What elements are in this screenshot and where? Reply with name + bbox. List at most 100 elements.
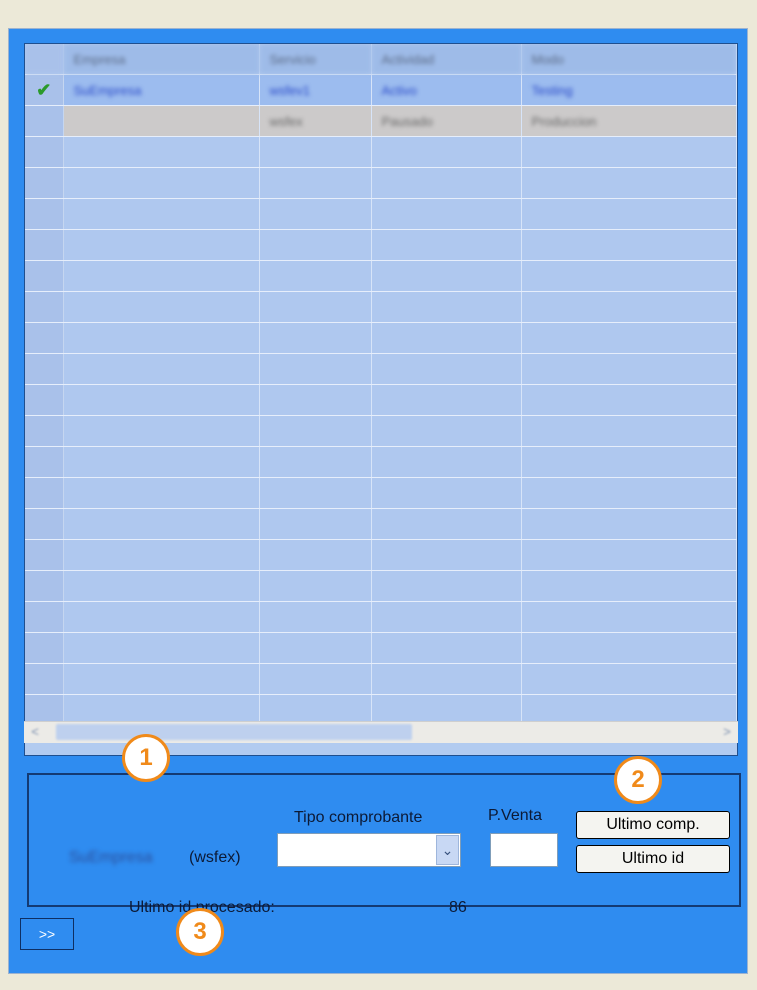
scrollbar-thumb[interactable] [56,724,412,740]
cell-servicio[interactable]: wsfex [259,105,372,137]
cell-actividad[interactable]: Activo [371,74,522,106]
empty-cell[interactable] [259,663,372,695]
column-header-empresa[interactable]: Empresa [63,44,260,75]
table-row[interactable] [25,477,737,509]
table-row[interactable] [25,291,737,323]
row-selector[interactable] [25,291,64,323]
empty-cell[interactable] [521,415,737,447]
empty-cell[interactable] [521,601,737,633]
table-row[interactable] [25,353,737,385]
empty-cell[interactable] [371,260,522,292]
cell-modo[interactable]: Testing [521,74,737,106]
row-selector[interactable] [25,477,64,509]
empty-cell[interactable] [521,136,737,168]
empty-cell[interactable] [521,322,737,354]
empty-cell[interactable] [63,663,260,695]
empty-cell[interactable] [371,663,522,695]
empty-cell[interactable] [259,446,372,478]
row-selector[interactable] [25,353,64,385]
empty-cell[interactable] [371,353,522,385]
empty-cell[interactable] [259,260,372,292]
empty-cell[interactable] [63,198,260,230]
empty-cell[interactable] [259,415,372,447]
table-row[interactable] [25,601,737,633]
empty-cell[interactable] [259,539,372,571]
empty-cell[interactable] [259,322,372,354]
table-row[interactable] [25,384,737,416]
column-header-actividad[interactable]: Actividad [371,44,522,75]
empty-cell[interactable] [63,570,260,602]
table-row[interactable]: wsfex Pausado Produccion [25,105,737,137]
empty-cell[interactable] [371,322,522,354]
row-selector[interactable] [25,229,64,261]
table-row[interactable] [25,198,737,230]
empty-cell[interactable] [63,415,260,447]
expand-button[interactable]: >> [20,918,74,950]
empty-cell[interactable] [63,167,260,199]
row-selector[interactable] [25,663,64,695]
empty-cell[interactable] [63,229,260,261]
empty-cell[interactable] [63,136,260,168]
cell-empresa[interactable] [63,105,260,137]
table-row[interactable] [25,136,737,168]
row-selector[interactable] [25,105,64,137]
table-row[interactable] [25,167,737,199]
table-row[interactable] [25,570,737,602]
empty-cell[interactable] [371,167,522,199]
empty-cell[interactable] [521,632,737,664]
column-header-modo[interactable]: Modo [521,44,737,75]
row-selector[interactable] [25,508,64,540]
table-row[interactable] [25,539,737,571]
empty-cell[interactable] [521,260,737,292]
empty-cell[interactable] [521,291,737,323]
empty-cell[interactable] [259,632,372,664]
cell-modo[interactable]: Produccion [521,105,737,137]
empty-cell[interactable] [259,291,372,323]
empty-cell[interactable] [259,136,372,168]
table-row[interactable] [25,260,737,292]
empty-cell[interactable] [259,198,372,230]
empty-cell[interactable] [63,477,260,509]
empty-cell[interactable] [521,198,737,230]
row-selector[interactable] [25,198,64,230]
empty-cell[interactable] [371,477,522,509]
row-selector[interactable] [25,601,64,633]
row-selector[interactable] [25,446,64,478]
scroll-right-icon[interactable]: > [718,723,736,741]
empty-cell[interactable] [521,477,737,509]
table-row[interactable] [25,446,737,478]
empty-cell[interactable] [63,632,260,664]
empty-cell[interactable] [521,384,737,416]
empty-cell[interactable] [259,477,372,509]
empty-cell[interactable] [521,446,737,478]
row-selector[interactable] [25,384,64,416]
empty-cell[interactable] [371,136,522,168]
empty-cell[interactable] [521,353,737,385]
empty-cell[interactable] [259,167,372,199]
empty-cell[interactable] [371,384,522,416]
pventa-input[interactable] [490,833,558,867]
empty-cell[interactable] [259,229,372,261]
empty-cell[interactable] [521,167,737,199]
empty-cell[interactable] [63,260,260,292]
empty-cell[interactable] [371,446,522,478]
empty-cell[interactable] [63,446,260,478]
empty-cell[interactable] [63,291,260,323]
empty-cell[interactable] [521,663,737,695]
ultimo-comp-button[interactable]: Ultimo comp. [576,811,730,839]
empty-cell[interactable] [371,601,522,633]
tipo-comprobante-select[interactable]: ⌄ [277,833,461,867]
row-selector[interactable] [25,167,64,199]
empty-cell[interactable] [521,508,737,540]
row-selector[interactable] [25,136,64,168]
empty-cell[interactable] [371,508,522,540]
table-row[interactable] [25,229,737,261]
cell-empresa[interactable]: SuEmpresa [63,74,260,106]
cell-servicio[interactable]: wsfev1 [259,74,372,106]
scroll-left-icon[interactable]: < [26,723,44,741]
empty-cell[interactable] [63,539,260,571]
table-row[interactable] [25,322,737,354]
empty-cell[interactable] [259,384,372,416]
row-selector[interactable] [25,322,64,354]
empty-cell[interactable] [259,570,372,602]
